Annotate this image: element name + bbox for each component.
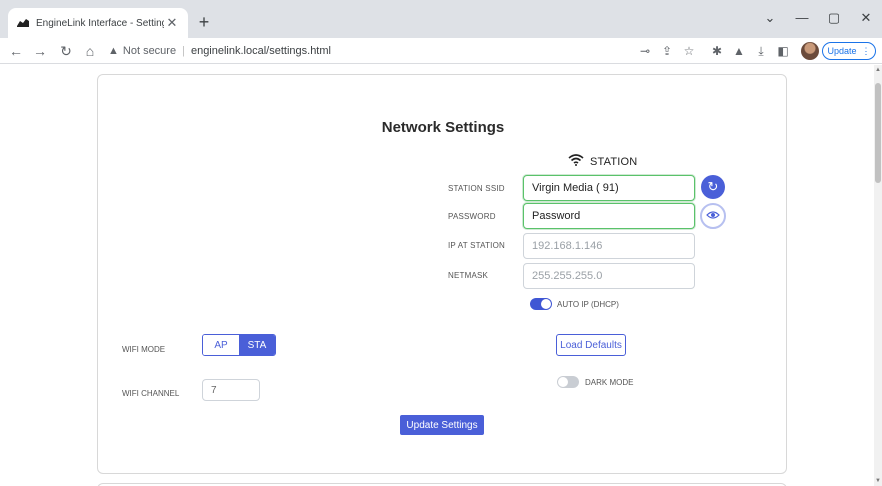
extensions-icon[interactable]: ✱ [708,42,726,60]
ssid-label: STATION SSID [448,184,505,193]
profile-avatar[interactable] [801,42,819,60]
show-password-button[interactable] [700,203,726,229]
side-panel-icon[interactable]: ◧ [774,42,792,60]
station-heading: STATION [590,156,638,168]
browser-tab[interactable]: EngineLink Interface - Settings ✕ [8,8,188,38]
ssid-input[interactable]: Virgin Media ( 91) [523,175,695,201]
dark-mode-toggle[interactable] [557,376,579,388]
auto-ip-label: AUTO IP (DHCP) [557,300,619,309]
wifi-mode-ap-button[interactable]: AP [203,335,239,355]
chrome-update-button[interactable]: Update ⋮ [822,42,876,60]
password-label: PASSWORD [448,212,496,221]
wifi-mode-label: WIFI MODE [122,345,166,354]
tab-close-icon[interactable]: ✕ [164,15,180,31]
load-defaults-button[interactable]: Load Defaults [556,334,626,356]
menu-dots-icon[interactable]: ⋮ [862,46,871,57]
update-label: Update [827,46,857,56]
scroll-down-arrow-icon[interactable]: ▼ [874,478,882,484]
update-settings-button[interactable]: Update Settings [400,415,484,435]
app-favicon-icon [16,16,30,30]
address-bar[interactable]: ▲ Not secure | enginelink.local/settings… [108,41,628,61]
tab-title: EngineLink Interface - Settings [36,17,164,29]
station-header: STATION [568,153,678,171]
refresh-icon: ↻ [707,179,719,194]
page-scrollbar[interactable]: ▲ ▼ [874,65,882,486]
key-icon[interactable]: ⊸ [636,42,654,60]
auto-ip-toggle[interactable] [530,298,552,310]
tab-search-icon[interactable]: ⌄ [756,8,784,28]
scroll-up-arrow-icon[interactable]: ▲ [874,67,882,73]
toggle-knob [541,299,551,309]
share-icon[interactable]: ⇪ [658,42,676,60]
close-window-button[interactable]: ✕ [852,8,880,28]
wifi-channel-label: WIFI CHANNEL [122,389,180,398]
warning-icon[interactable]: ▲ [108,45,119,57]
address-separator: | [182,45,185,57]
scroll-thumb[interactable] [875,83,881,183]
wifi-channel-input[interactable]: 7 [202,379,260,401]
settings-card: Network Settings STATION STATION SSID Vi… [97,74,787,474]
dark-mode-label: DARK MODE [585,378,634,387]
download-icon[interactable]: ⤓ [752,42,770,60]
wifi-mode-selector: AP STA [202,334,276,356]
wifi-mode-sta-button[interactable]: STA [239,335,275,355]
back-button[interactable]: ← [6,41,26,61]
ip-input[interactable]: 192.168.1.146 [523,233,695,259]
wifi-icon [568,153,584,171]
new-tab-button[interactable]: + [194,12,214,32]
bookmark-star-icon[interactable]: ☆ [680,42,698,60]
url-text[interactable]: enginelink.local/settings.html [191,45,331,57]
security-label: Not secure [122,45,177,57]
tab-strip: EngineLink Interface - Settings ✕ + ⌄ — … [0,0,882,38]
home-button[interactable]: ⌂ [80,41,100,61]
page-title: Network Settings [381,119,505,136]
minimize-button[interactable]: — [788,8,816,28]
netmask-label: NETMASK [448,271,489,280]
refresh-ssid-button[interactable]: ↻ [701,175,725,199]
ip-label: IP AT STATION [448,241,505,250]
lab-flask-icon[interactable]: ▲ [730,42,748,60]
forward-button[interactable]: → [30,41,50,61]
reload-button[interactable]: ↻ [56,41,76,61]
toggle-knob [558,377,568,387]
password-input[interactable]: Password [523,203,695,229]
eye-icon [706,207,720,225]
browser-toolbar: ← → ↻ ⌂ ▲ Not secure | enginelink.local/… [0,38,882,64]
netmask-input[interactable]: 255.255.255.0 [523,263,695,289]
maximize-button[interactable]: ▢ [820,8,848,28]
